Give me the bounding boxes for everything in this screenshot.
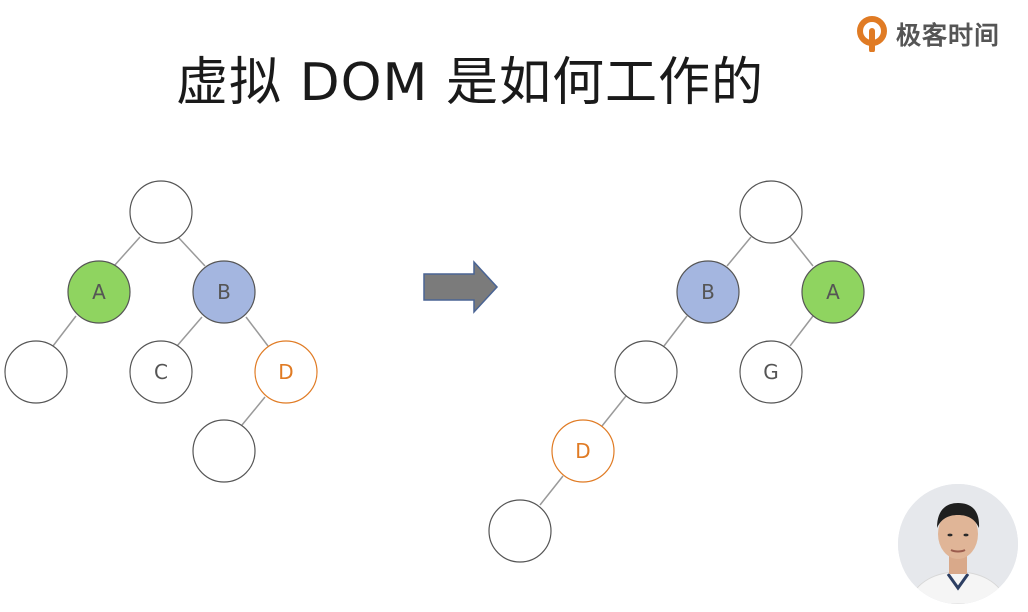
tree-node <box>488 499 552 563</box>
node-label-a: A <box>826 280 840 304</box>
slide: 虚拟 DOM 是如何工作的 极客时间 A B C D B A G D <box>0 0 1028 612</box>
node-label-d: D <box>575 439 590 463</box>
tree-node <box>4 340 68 404</box>
node-label-b: B <box>701 280 715 304</box>
tree-node <box>739 180 803 244</box>
tree-node <box>614 340 678 404</box>
node-label-d: D <box>278 360 293 384</box>
edge-a-child <box>52 315 77 347</box>
node-label-c: C <box>154 360 168 384</box>
node-label-b: B <box>217 280 231 304</box>
edge-d-child <box>241 396 266 426</box>
presenter-avatar-icon <box>898 484 1018 604</box>
edge-root-a <box>113 236 141 267</box>
edge-a-g <box>789 315 814 347</box>
right-tree: B A G D <box>488 180 865 563</box>
virtual-dom-diagram: A B C D B A G D <box>4 180 865 563</box>
tree-node <box>192 419 256 483</box>
node-label-g: G <box>763 360 779 384</box>
edge-b-c <box>176 316 203 347</box>
left-tree: A B C D <box>4 180 318 483</box>
edge-root-a <box>789 236 814 267</box>
node-label-a: A <box>92 280 106 304</box>
tree-node <box>129 180 193 244</box>
edge-b-d <box>245 316 269 347</box>
edge-d-child <box>539 475 564 506</box>
presenter-video <box>898 484 1018 604</box>
right-arrow-icon <box>423 260 499 314</box>
edge-child-d <box>601 395 627 427</box>
edge-root-b <box>177 236 206 267</box>
edge-b-child <box>663 315 688 347</box>
edge-root-b <box>726 236 752 267</box>
